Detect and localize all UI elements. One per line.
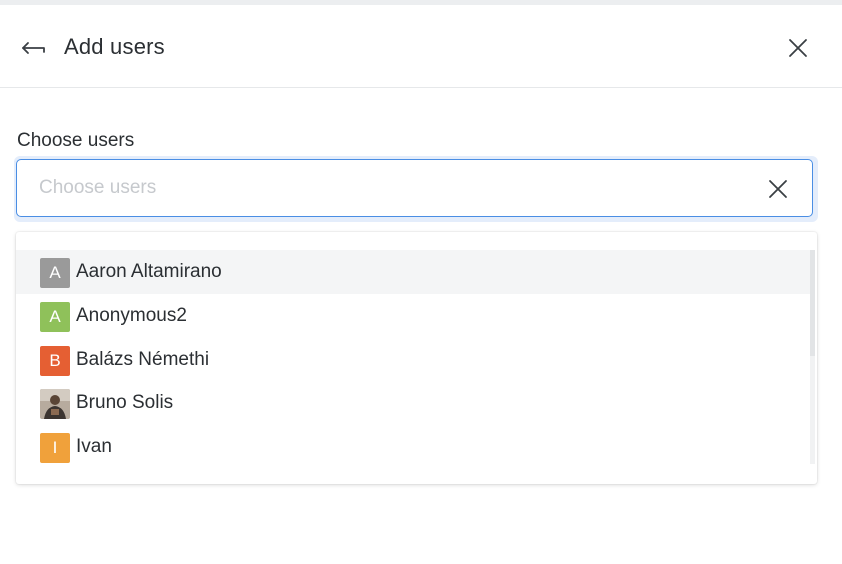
user-options-dropdown: A Aaron Altamirano A Anonymous2 B Balázs… (16, 232, 817, 484)
user-option-name: Ivan (76, 436, 112, 457)
user-search-field (14, 156, 818, 222)
clear-button[interactable] (767, 178, 789, 200)
input-box[interactable] (16, 159, 813, 217)
close-icon (789, 39, 807, 57)
user-option-name: Bruno Solis (76, 392, 174, 413)
clear-icon (769, 180, 787, 198)
field-label: Choose users (17, 130, 135, 151)
user-option-name: Aaron Altamirano (76, 261, 222, 282)
user-option[interactable]: A Aaron Altamirano (16, 250, 810, 294)
user-search-input[interactable] (39, 172, 739, 204)
dialog-title: Add users (64, 34, 165, 59)
back-arrow-icon (22, 42, 45, 54)
avatar: B (40, 346, 70, 376)
user-option-name: Anonymous2 (76, 305, 187, 326)
avatar: I (40, 433, 70, 463)
user-option-name: Balázs Némethi (76, 349, 210, 370)
dialog-header: Add users (0, 5, 842, 88)
user-option[interactable]: I Ivan (16, 425, 810, 469)
user-option[interactable]: Bruno Solis (16, 381, 810, 425)
scrollbar[interactable] (810, 250, 815, 464)
user-option[interactable]: A Anonymous2 (16, 294, 810, 338)
avatar: A (40, 302, 70, 332)
user-option[interactable]: B Balázs Némethi (16, 338, 810, 382)
back-button[interactable] (18, 35, 50, 59)
avatar: A (40, 258, 70, 288)
scrollbar-thumb[interactable] (810, 250, 815, 356)
close-button[interactable] (784, 34, 812, 62)
avatar-photo (40, 389, 70, 419)
